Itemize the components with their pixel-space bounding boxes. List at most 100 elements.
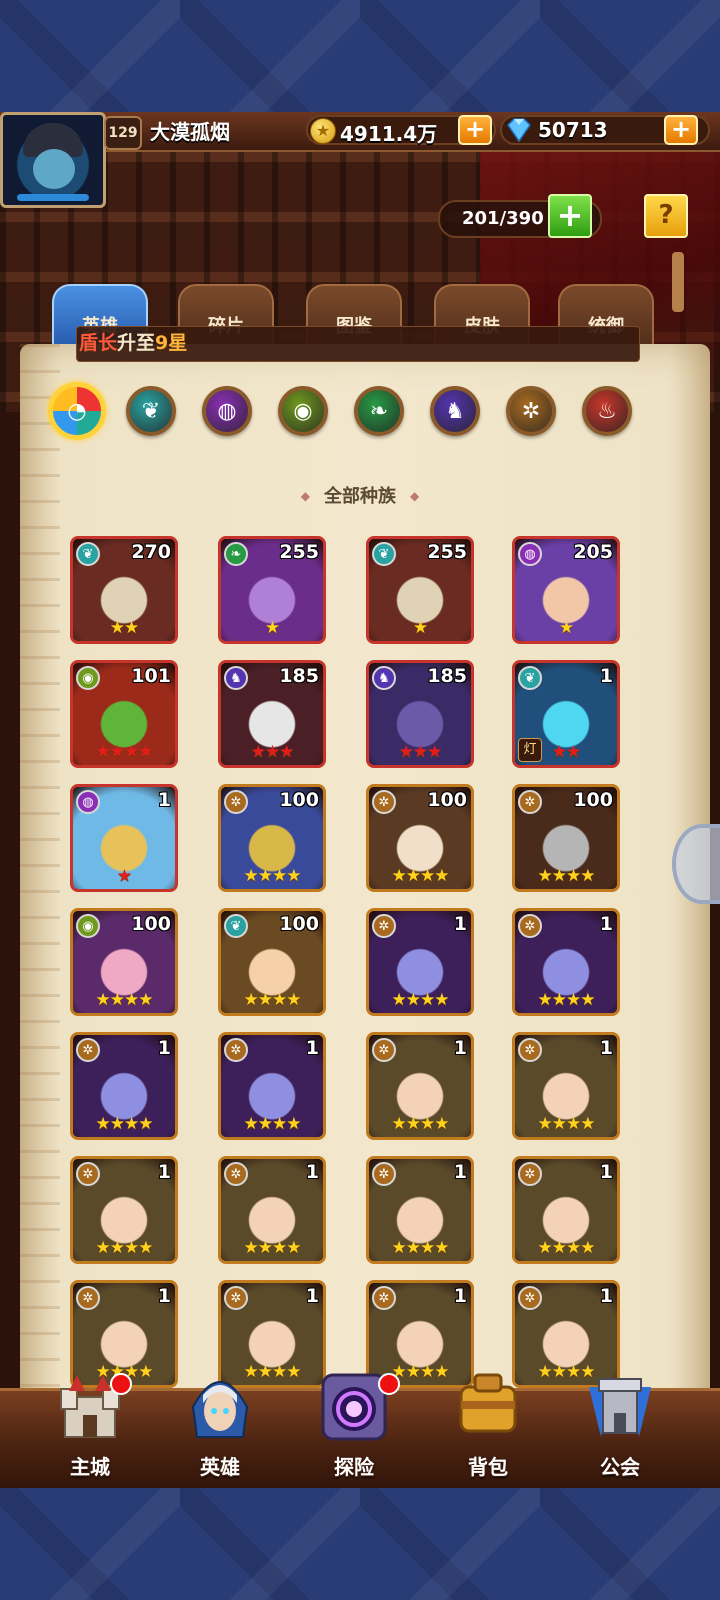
hero-card[interactable]: ♞ 185 ★★★ [366,660,474,768]
nav-bag[interactable]: 背包 [428,1367,548,1487]
hero-card[interactable]: ✲ 1 ★★★★ [218,1156,326,1264]
hero-stars: ★★★★ [95,990,154,1010]
hero-level: 1 [157,1285,171,1307]
hero-level: 255 [427,541,467,563]
nav-label: 英雄 [200,1455,240,1479]
hero-card[interactable]: ✲ 100 ★★★★ [512,784,620,892]
hero-card[interactable]: ✲ 1 ★★★★ [218,1032,326,1140]
light-faction-icon: ✲ [372,914,396,938]
hero-stars: ★★★★ [391,1238,450,1258]
hero-stars: ★★★★ [243,1114,302,1134]
hero-card[interactable]: ✲ 100 ★★★★ [218,784,326,892]
light-faction-icon: ✲ [518,1162,542,1186]
hero-card[interactable]: ❦ 1 ★★ 灯 [512,660,620,768]
hero-grid: ❦ 270 ★★ ❧ 255 ★ ❦ 255 ★ ◍ 205 ★ ◉ 101 ★★★★ ♞ 185 ★★★ ♞ 185… [70,536,630,1464]
forest-faction-icon: ❦ [518,666,542,690]
hero-level: 100 [279,789,319,811]
nav-guild[interactable]: 公会 [560,1367,680,1487]
forest-faction-icon: ❦ [372,542,396,566]
hero-card[interactable]: ◍ 205 ★ [512,536,620,644]
avatar-exp-bar [17,194,89,201]
hero-capacity-value: 201/390 [462,208,544,229]
help-button[interactable]: ? [644,194,688,238]
hero-level: 100 [131,913,171,935]
hero-card[interactable]: ◉ 100 ★★★★ [70,908,178,1016]
nav-hero[interactable]: 英雄 [160,1367,280,1487]
nav-portal[interactable]: 探险 [294,1367,414,1487]
hero-card[interactable]: ✲ 1 ★★★★ [512,1032,620,1140]
race-filter-forest[interactable]: ❦ [126,386,176,436]
race-filter-shadow[interactable]: ◍ [202,386,252,436]
hero-level: 1 [157,789,171,811]
shadow-faction-icon: ◍ [76,790,100,814]
hero-stars: ★★★★ [95,742,154,762]
fortress-race-icon: ◉ [293,398,313,424]
notification-dot-icon [110,1373,132,1395]
hero-card[interactable]: ❦ 270 ★★ [70,536,178,644]
dark-race-icon: ♞ [445,398,465,424]
add-gems-button[interactable]: + [664,115,698,145]
hero-stars: ★ [116,866,132,886]
hero-card[interactable]: ✲ 1 ★★★★ [512,1156,620,1264]
race-filter-light[interactable]: ✲ [506,386,556,436]
hero-card[interactable]: ◍ 1 ★ [70,784,178,892]
diamond-icon [507,118,531,143]
hero-card[interactable]: ❦ 100 ★★★★ [218,908,326,1016]
race-filter-dark[interactable]: ♞ [430,386,480,436]
gold-display: ★ 4911.4万 + [306,115,496,146]
gold-amount: 4911.4万 [340,122,438,146]
hero-stars: ★★★★ [391,990,450,1010]
light-faction-icon: ✲ [76,1038,100,1062]
race-filter-fortress[interactable]: ◉ [278,386,328,436]
light-faction-icon: ✲ [518,790,542,814]
expand-capacity-button[interactable]: + [548,194,592,238]
hero-level: 205 [573,541,613,563]
hero-card[interactable]: ♞ 185 ★★★ [218,660,326,768]
hero-level: 1 [453,913,467,935]
hero-stars: ★★★★ [391,1114,450,1134]
hero-level: 1 [305,1285,319,1307]
hero-level: 185 [279,665,319,687]
forest-race-icon: ❦ [141,398,161,424]
hero-stars: ★★★★ [95,1114,154,1134]
race-filter-fire[interactable]: ♨ [582,386,632,436]
light-race-icon: ✲ [521,398,541,424]
hero-tag-badge: 灯 [518,738,542,762]
hero-card[interactable]: ✲ 1 ★★★★ [70,1156,178,1264]
nav-castle[interactable]: 主城 [30,1367,150,1487]
hero-stars: ★★ [109,618,139,638]
hero-stars: ★★★★ [537,1238,596,1258]
race-filter-abyss[interactable]: ❧ [354,386,404,436]
hero-level: 1 [305,1161,319,1183]
nav-label: 主城 [70,1455,110,1479]
light-faction-icon: ✲ [518,1038,542,1062]
light-faction-icon: ✲ [224,1286,248,1310]
hero-level: 100 [427,789,467,811]
dark-faction-icon: ♞ [224,666,248,690]
hero-card[interactable]: ◉ 101 ★★★★ [70,660,178,768]
shadow-race-icon: ◍ [217,398,237,424]
hero-stars: ★★★★ [537,866,596,886]
forest-faction-icon: ❦ [224,914,248,938]
light-faction-icon: ✲ [518,914,542,938]
hero-card[interactable]: ✲ 1 ★★★★ [366,1032,474,1140]
hero-card[interactable]: ❦ 255 ★ [366,536,474,644]
hero-card[interactable]: ❧ 255 ★ [218,536,326,644]
hero-card[interactable]: ✲ 1 ★★★★ [366,1156,474,1264]
fire-race-icon: ♨ [597,398,617,424]
hero-card[interactable]: ✲ 1 ★★★★ [70,1032,178,1140]
player-avatar[interactable] [0,112,106,208]
hero-card[interactable]: ✲ 1 ★★★★ [512,908,620,1016]
hero-card[interactable]: ✲ 1 ★★★★ [366,908,474,1016]
hero-stars: ★★★★ [95,1238,154,1258]
gem-amount: 50713 [538,118,608,142]
race-filter-label: 全部种族 [324,486,396,507]
light-faction-icon: ✲ [224,790,248,814]
race-filter-all[interactable]: ◔ [48,382,106,440]
hero-card[interactable]: ✲ 100 ★★★★ [366,784,474,892]
hero-stars: ★ [412,618,428,638]
player-name: 大漠孤烟 [150,120,230,144]
gem-display: 50713 + [500,115,710,145]
add-gold-button[interactable]: + [458,115,492,145]
hero-level: 1 [157,1161,171,1183]
